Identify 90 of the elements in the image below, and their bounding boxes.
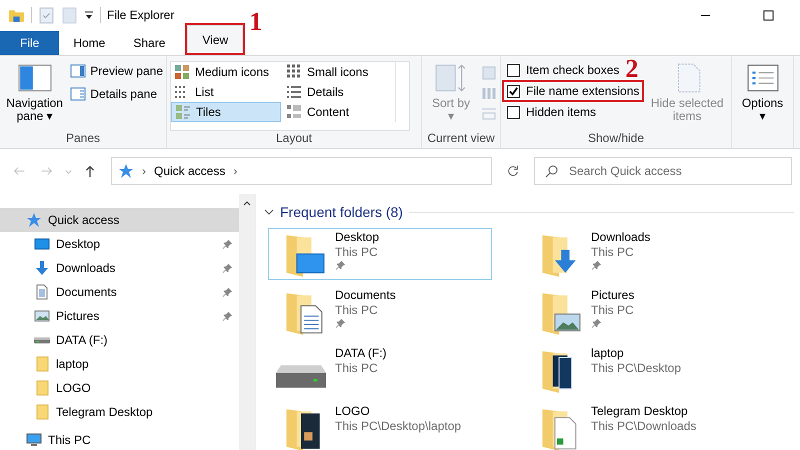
checkbox-box[interactable]: [507, 84, 520, 98]
star-icon: [26, 212, 42, 228]
down-arrow-icon: [34, 260, 50, 276]
pin-icon[interactable]: [222, 238, 233, 250]
folder-tile[interactable]: DATA (F:) This PC: [268, 344, 492, 396]
search-field[interactable]: Search Quick access: [534, 157, 792, 185]
checkbox[interactable]: File name extensions: [504, 82, 642, 100]
checkmark-icon: [508, 86, 519, 96]
options-button[interactable]: Options ▾: [735, 59, 790, 123]
sidebar-item[interactable]: Desktop: [0, 232, 239, 256]
folder-tile[interactable]: LOGO This PC\Desktop\laptop: [268, 402, 492, 450]
breadcrumb-item[interactable]: Quick access: [154, 164, 226, 178]
preview-pane-button[interactable]: Preview pane: [70, 61, 163, 81]
window-title: File Explorer: [107, 8, 174, 22]
checkbox[interactable]: Hidden items: [504, 103, 600, 121]
pin-icon[interactable]: [335, 260, 346, 271]
layout-option[interactable]: Content: [283, 102, 393, 122]
layout-icon: [286, 104, 302, 120]
checklist-icon: [746, 63, 780, 93]
details-pane-button[interactable]: Details pane: [70, 84, 163, 104]
properties-icon[interactable]: [38, 6, 55, 24]
folder-icon: [34, 356, 50, 372]
preview-pane-icon: [70, 63, 86, 79]
document-icon: [34, 284, 50, 300]
refresh-icon[interactable]: [506, 164, 520, 178]
customize-toolbar-icon[interactable]: [84, 10, 94, 20]
checkbox[interactable]: Item check boxes: [504, 61, 622, 79]
folder-tile[interactable]: Pictures This PC: [524, 286, 748, 338]
breadcrumb-separator[interactable]: ›: [142, 164, 146, 178]
sidebar-item[interactable]: This PC: [0, 428, 239, 450]
ribbon-tab[interactable]: File: [0, 31, 60, 55]
layout-option[interactable]: List: [171, 82, 281, 102]
sidebar-item[interactable]: Pictures: [0, 304, 239, 328]
folder-tile[interactable]: Desktop This PC: [268, 228, 492, 280]
navigation-pane-button[interactable]: Navigation pane ▾: [3, 59, 66, 131]
picture-icon: [34, 308, 50, 324]
sidebar-item[interactable]: Downloads: [0, 256, 239, 280]
layout-icon: [175, 104, 191, 120]
folder-tile[interactable]: Telegram Desktop This PC\Downloads: [524, 402, 748, 450]
pin-icon[interactable]: [222, 310, 233, 322]
folder-icon: [34, 380, 50, 396]
group-label: Panes: [64, 131, 102, 147]
layout-icon: [286, 64, 302, 80]
checkbox-box[interactable]: [507, 64, 520, 76]
ribbon-tab[interactable]: Home: [59, 31, 120, 55]
layout-option[interactable]: Medium icons: [171, 62, 281, 82]
pin-icon[interactable]: [335, 318, 346, 329]
chevron-icon[interactable]: [264, 207, 274, 217]
layout-option[interactable]: Details: [283, 82, 393, 102]
drive-icon: [276, 365, 326, 388]
sort-icon: [434, 63, 468, 93]
maximize-icon[interactable]: [763, 10, 774, 20]
sidebar-item[interactable]: DATA (F:): [0, 328, 239, 352]
star-icon: [118, 163, 134, 179]
layout-icon: [174, 64, 190, 80]
ribbon-tab[interactable]: View: [187, 25, 244, 53]
scrollbar[interactable]: [239, 194, 255, 450]
up-arrow-icon[interactable]: [83, 164, 97, 178]
pin-icon[interactable]: [222, 286, 233, 298]
ribbon-tab[interactable]: Share: [119, 31, 180, 55]
folder-tile[interactable]: Downloads This PC: [524, 228, 748, 280]
sidebar-item[interactable]: LOGO: [0, 376, 239, 400]
pin-icon[interactable]: [591, 260, 602, 271]
callout-number: 1: [249, 9, 262, 35]
pin-icon[interactable]: [222, 262, 233, 274]
pin-icon[interactable]: [591, 318, 602, 329]
folder-icon: [34, 404, 50, 420]
sidebar-item[interactable]: Documents: [0, 280, 239, 304]
breadcrumb-separator[interactable]: ›: [233, 164, 238, 178]
search-icon: [544, 163, 560, 179]
folder-tile[interactable]: Documents This PC: [268, 286, 492, 338]
address-bar[interactable]: › Quick access ›: [111, 157, 492, 185]
callout-number: 2: [625, 56, 638, 82]
sidebar-item[interactable]: Telegram Desktop: [0, 400, 239, 424]
group-label: Layout: [274, 131, 314, 147]
sidebar-item[interactable]: laptop: [0, 352, 239, 376]
section-header[interactable]: Frequent folders (8): [280, 204, 403, 220]
group-label: Show/hide: [586, 131, 646, 147]
pane-layout-icon: [18, 63, 52, 93]
checkbox-box[interactable]: [507, 106, 520, 118]
folder-tile[interactable]: laptop This PC\Desktop: [524, 344, 748, 396]
layout-icon: [286, 84, 302, 100]
computer-icon: [26, 432, 42, 448]
sidebar-item[interactable]: Quick access: [0, 208, 239, 232]
drive-icon: [34, 336, 50, 344]
details-pane-icon: [70, 86, 86, 102]
group-label: Current view: [426, 131, 496, 147]
layout-option[interactable]: Tiles: [171, 102, 281, 122]
layout-option[interactable]: Small icons: [283, 62, 393, 82]
monitor-icon: [34, 236, 50, 252]
